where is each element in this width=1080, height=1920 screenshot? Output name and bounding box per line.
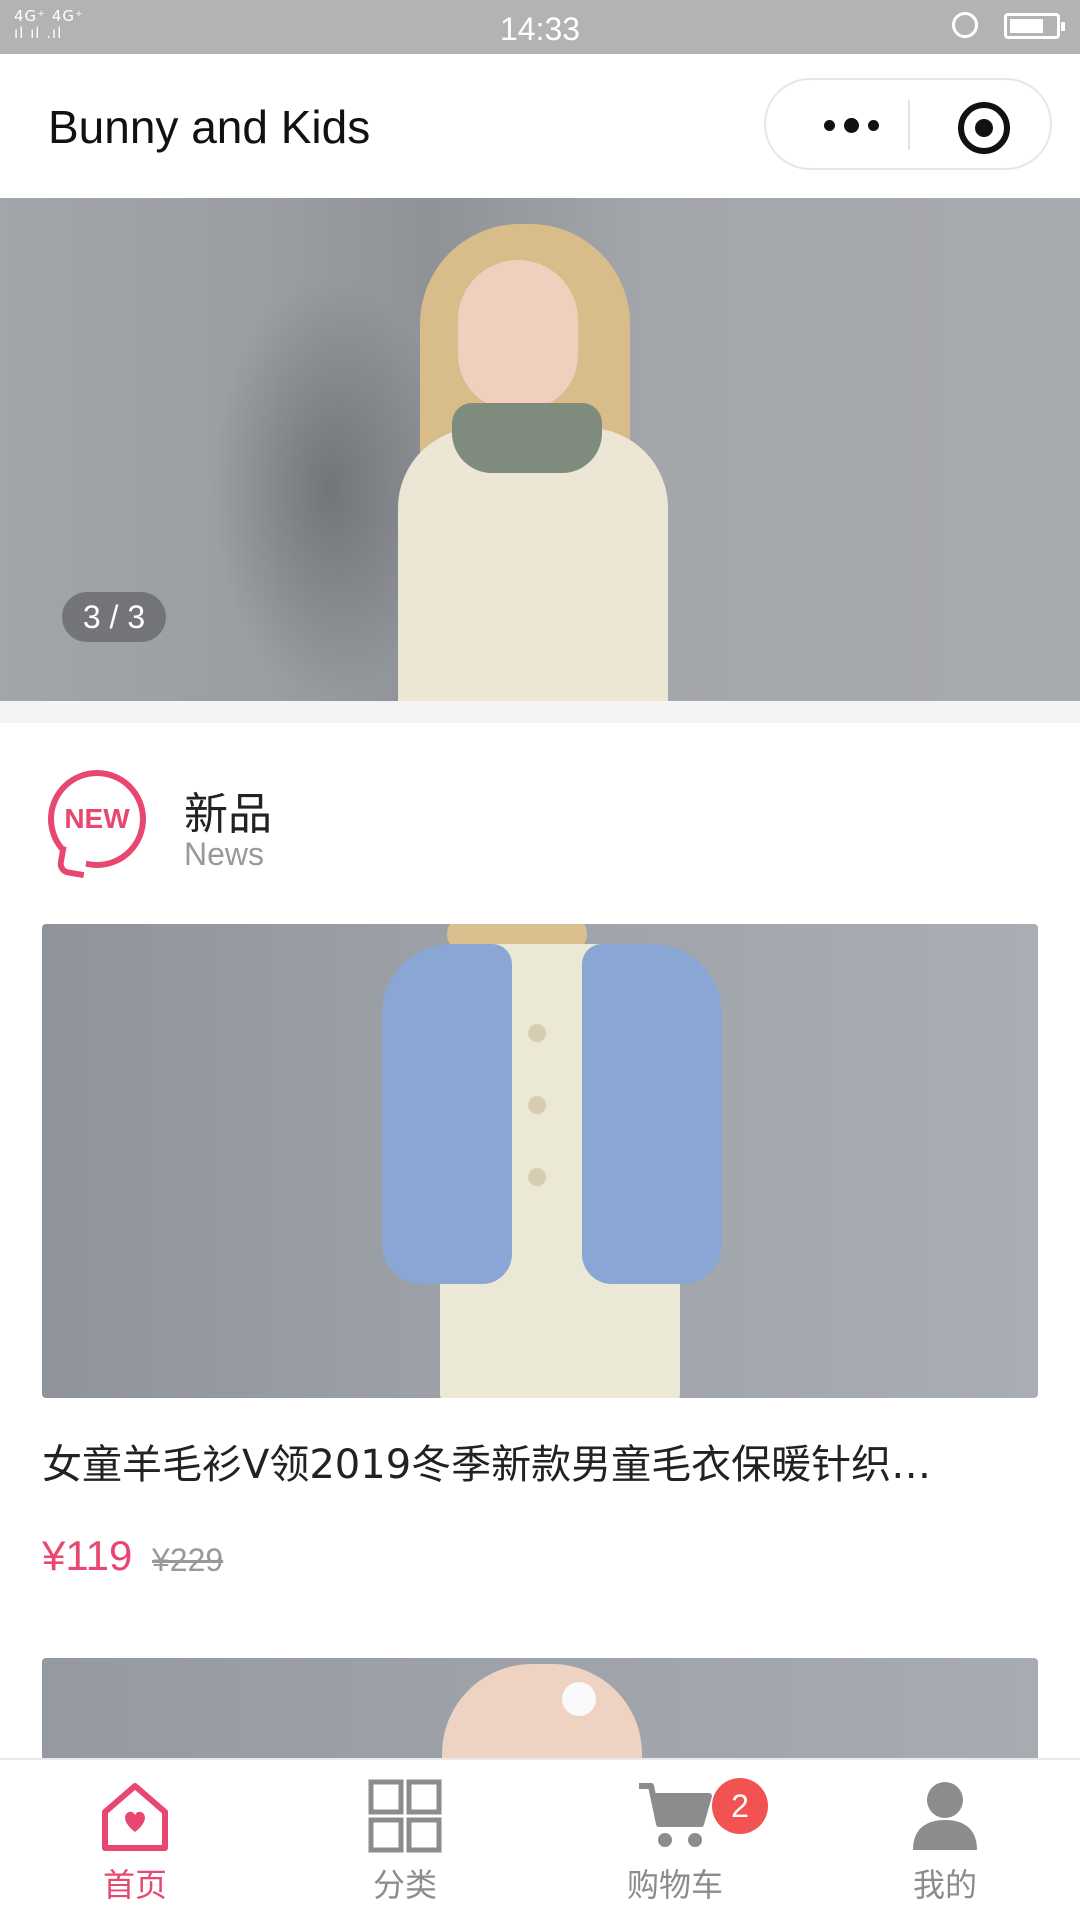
grid-icon [368,1779,442,1853]
tab-home-label: 首页 [102,1866,167,1904]
miniprogram-capsule [764,78,1052,170]
more-icon[interactable] [804,100,898,150]
alarm-icon [952,12,978,38]
tab-cart-label: 购物车 [626,1866,723,1904]
new-badge-text: NEW [64,803,130,834]
tab-bar: 首页 分类 购物车 我的 2 [0,1758,1080,1920]
tab-category[interactable]: 分类 [270,1760,540,1920]
banner-page-counter: 3 / 3 [62,592,166,642]
cart-count-badge: 2 [712,1778,768,1834]
home-heart-icon [102,1783,168,1851]
status-bar: 4G⁺ 4G⁺ ıl ıl .ıl 14:33 [0,0,1080,54]
product-original-price: ¥229 [152,1542,224,1578]
cart-icon [639,1783,712,1847]
banner-model-face [458,260,578,410]
product-cardigan-right [582,944,722,1284]
product-image-next[interactable] [42,1658,1038,1758]
cardigan-button [528,1096,546,1114]
status-time: 14:33 [499,11,581,47]
banner-model-scarf [452,403,602,473]
product2-model-face [442,1664,642,1758]
cardigan-button [528,1024,546,1042]
product-cardigan-left [382,944,512,1284]
banner-carousel[interactable]: 3 / 3 [0,198,1080,701]
product-price: ¥119 [42,1532,133,1579]
section-subtitle: News [184,836,265,872]
section-divider [0,701,1080,723]
nav-bar: Bunny and Kids [0,54,1080,198]
product-title[interactable]: 女童羊毛衫V领2019冬季新款男童毛衣保暖针织… [42,1432,1038,1490]
tab-home[interactable]: 首页 [0,1760,270,1920]
section-title: 新品 [184,789,272,840]
cardigan-button [528,1168,546,1186]
close-target-icon[interactable] [958,102,1010,154]
tab-category-label: 分类 [372,1866,437,1904]
product2-lollipop [562,1682,596,1716]
capsule-divider [908,100,910,150]
new-badge-icon: NEW [48,770,146,879]
battery-icon [1004,13,1065,39]
tab-cart[interactable]: 购物车 [540,1760,810,1920]
tab-mine-label: 我的 [912,1866,977,1904]
user-icon [913,1782,977,1850]
tab-mine[interactable]: 我的 [810,1760,1080,1920]
page-title: Bunny and Kids [48,101,371,153]
product-image[interactable] [42,924,1038,1398]
